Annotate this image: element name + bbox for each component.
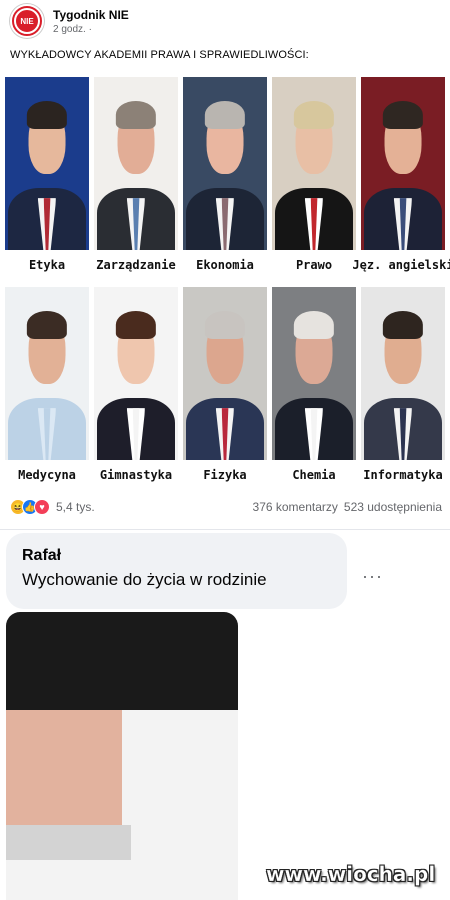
- lecturer-subject-label: Etyka: [28, 258, 66, 272]
- portrait-hair: [115, 311, 157, 339]
- lecturer-photo[interactable]: [5, 287, 89, 460]
- post-timestamp[interactable]: 2 godz. ·: [53, 24, 129, 35]
- lecturer-subject-label: Fizyka: [203, 468, 247, 482]
- lecturer-card: Prawo: [272, 77, 356, 272]
- portrait-hair: [382, 311, 424, 339]
- post-stats: 376 komentarzy 523 udostępnienia: [253, 500, 442, 514]
- lecturer-photo[interactable]: [272, 77, 356, 250]
- lecturer-card: Ekonomia: [183, 77, 267, 272]
- lecturer-photo[interactable]: [5, 77, 89, 250]
- portrait-hair: [382, 101, 424, 129]
- lecturer-photo[interactable]: [361, 287, 445, 460]
- lecturer-photo[interactable]: [94, 287, 178, 460]
- lecturer-subject-label: Prawo: [295, 258, 333, 272]
- lecturer-card: Fizyka: [183, 287, 267, 482]
- portrait-hair: [293, 101, 335, 129]
- comment-author-link[interactable]: Rafał: [22, 547, 331, 565]
- lecturer-subject-label: Chemia: [292, 468, 336, 482]
- lecturer-card: Medycyna: [5, 287, 89, 482]
- lecturer-subject-label: Jęz. angielski: [352, 258, 450, 272]
- lecturer-card: Zarządzanie: [94, 77, 178, 272]
- lecturer-photo[interactable]: [94, 77, 178, 250]
- love-reaction-icon: ♥: [34, 499, 50, 515]
- post-header: NIE Tygodnik NIE 2 godz. ·: [10, 4, 129, 38]
- portrait-hair: [293, 311, 335, 339]
- portrait-suit: [6, 612, 238, 710]
- shares-count-link[interactable]: 523 udostępnienia: [344, 500, 442, 514]
- reaction-count[interactable]: 5,4 tys.: [56, 500, 95, 514]
- comment-more-options-button[interactable]: ···: [362, 566, 383, 587]
- site-watermark: www.wiocha.pl: [266, 862, 436, 886]
- page-avatar[interactable]: NIE: [10, 4, 44, 38]
- reactions-bar: 😆 👍 ♥ 5,4 tys. 376 komentarzy 523 udostę…: [10, 497, 442, 517]
- lecturer-subject-label: Informatyka: [363, 468, 443, 482]
- portrait-hair: [6, 825, 132, 860]
- lecturers-row-2: Medycyna Gimnastyka Fizyka Chemia Informatyk…: [5, 287, 445, 482]
- lecturer-subject-label: Zarządzanie: [96, 258, 176, 272]
- lecturer-card: Etyka: [5, 77, 89, 272]
- lecturer-subject-label: Ekonomia: [196, 258, 254, 272]
- portrait-hair: [26, 101, 68, 129]
- lecturer-subject-label: Medycyna: [18, 468, 76, 482]
- lecturer-card: Gimnastyka: [94, 287, 178, 482]
- lecturer-photo[interactable]: [183, 77, 267, 250]
- comments-count-link[interactable]: 376 komentarzy: [253, 500, 338, 514]
- lecturer-subject-label: Gimnastyka: [99, 468, 173, 482]
- portrait-hair: [204, 311, 246, 339]
- lecturer-photo[interactable]: [361, 77, 445, 250]
- portrait-hair: [26, 311, 68, 339]
- lecturer-photo[interactable]: [272, 287, 356, 460]
- lecturer-card: Jęz. angielski: [352, 77, 450, 272]
- page-logo: NIE: [14, 8, 40, 34]
- comment-text: Wychowanie do życia w rodzinie: [22, 570, 267, 589]
- comment-bubble: Rafał Wychowanie do życia w rodzinie: [6, 533, 347, 609]
- divider: [0, 529, 450, 530]
- portrait-hair: [115, 101, 157, 129]
- lecturer-card: Informatyka: [361, 287, 445, 482]
- reaction-icons[interactable]: 😆 👍 ♥: [10, 499, 50, 515]
- portrait-hair: [204, 101, 246, 129]
- post-caption: WYKŁADOWCY AKADEMII PRAWA I SPRAWIEDLIWO…: [10, 49, 309, 61]
- portrait-face: [6, 709, 122, 826]
- lecturer-photo[interactable]: [183, 287, 267, 460]
- lecturers-row-1: Etyka Zarządzanie Ekonomia Prawo Jęz. angiel…: [5, 77, 450, 272]
- post-header-text: Tygodnik NIE 2 godz. ·: [53, 8, 129, 35]
- page-name-link[interactable]: Tygodnik NIE: [53, 8, 129, 22]
- page-logo-text: NIE: [20, 16, 34, 26]
- lecturer-card: Chemia: [272, 287, 356, 482]
- comment-attached-photo[interactable]: [6, 612, 238, 900]
